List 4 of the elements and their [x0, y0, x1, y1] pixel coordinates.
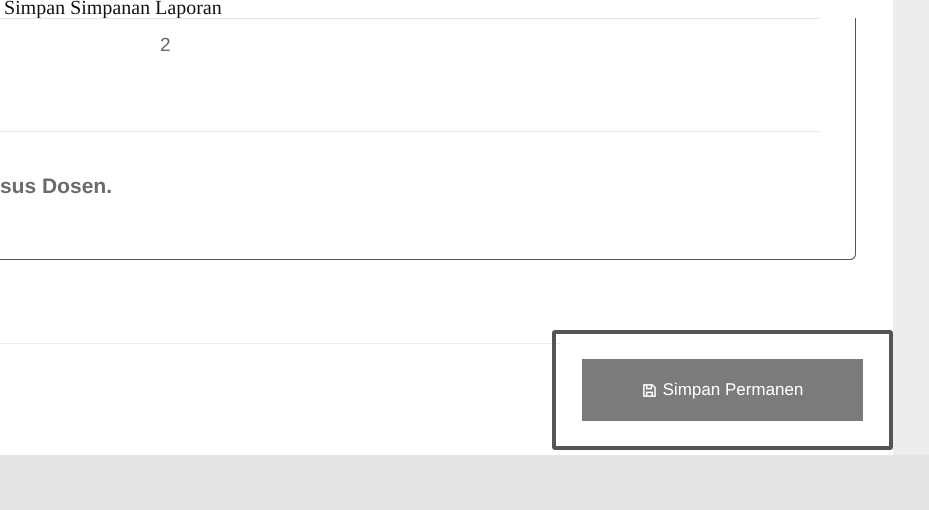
- caption: Simpan Simpanan Laporan: [3, 0, 223, 18]
- value-text: 2: [160, 34, 171, 58]
- save-permanent-button[interactable]: Simpan Permanen: [582, 359, 863, 421]
- note-text: sus Dosen.: [0, 174, 112, 200]
